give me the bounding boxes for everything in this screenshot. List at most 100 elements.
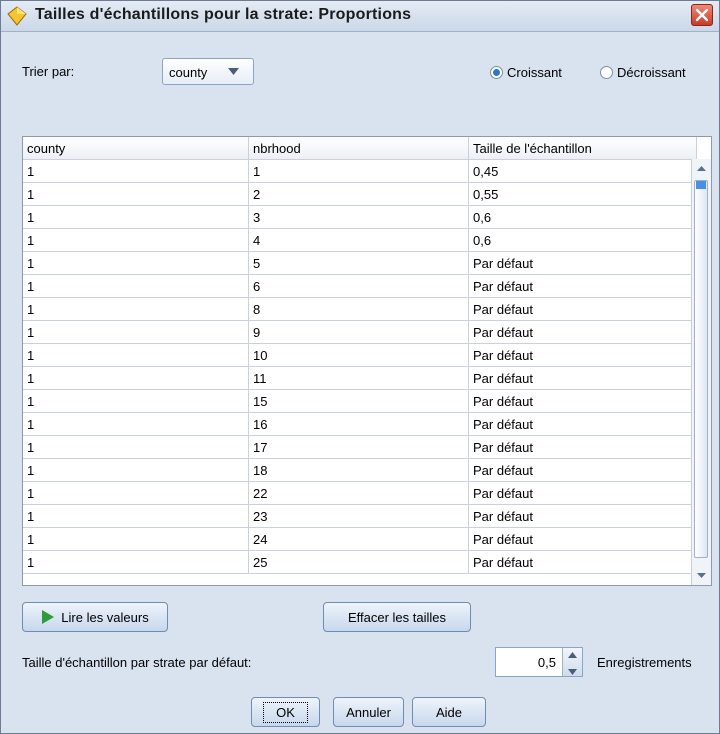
- cell-county[interactable]: 1: [23, 159, 249, 183]
- cell-nbrhood[interactable]: 25: [248, 550, 469, 574]
- ascending-label: Croissant: [507, 65, 562, 80]
- cell-county[interactable]: 1: [23, 550, 249, 574]
- cell-nbrhood[interactable]: 4: [248, 228, 469, 252]
- cell-county[interactable]: 1: [23, 297, 249, 321]
- column-header-sample-size[interactable]: Taille de l'échantillon: [468, 137, 697, 160]
- cell-county[interactable]: 1: [23, 504, 249, 528]
- table-body: 1 1 0,45 1 2 0,55 1 3 0,6 1 4 0,6 1 5 Par défaut 1 6 Par …: [23, 159, 697, 574]
- cell-sample-size[interactable]: Par défaut: [468, 343, 697, 367]
- clear-sizes-button[interactable]: Effacer les tailles: [323, 602, 471, 632]
- cell-nbrhood[interactable]: 18: [248, 458, 469, 482]
- spinner-up-icon[interactable]: [563, 648, 582, 662]
- ascending-radio-dot[interactable]: [490, 66, 503, 79]
- cell-sample-size[interactable]: Par défaut: [468, 320, 697, 344]
- read-values-button[interactable]: Lire les valeurs: [22, 602, 168, 632]
- sort-by-dropdown[interactable]: county: [162, 58, 254, 85]
- cell-nbrhood[interactable]: 17: [248, 435, 469, 459]
- table-row[interactable]: 1 3 0,6: [23, 205, 697, 229]
- cell-nbrhood[interactable]: 16: [248, 412, 469, 436]
- cell-county[interactable]: 1: [23, 343, 249, 367]
- cell-county[interactable]: 1: [23, 320, 249, 344]
- cell-county[interactable]: 1: [23, 481, 249, 505]
- cell-nbrhood[interactable]: 22: [248, 481, 469, 505]
- cell-nbrhood[interactable]: 11: [248, 366, 469, 390]
- close-button[interactable]: [691, 4, 713, 26]
- default-size-spinner[interactable]: 0,5: [495, 647, 583, 677]
- cell-county[interactable]: 1: [23, 458, 249, 482]
- cell-county[interactable]: 1: [23, 274, 249, 298]
- cell-nbrhood[interactable]: 15: [248, 389, 469, 413]
- cell-nbrhood[interactable]: 24: [248, 527, 469, 551]
- cancel-button[interactable]: Annuler: [333, 697, 404, 727]
- cell-county[interactable]: 1: [23, 412, 249, 436]
- cell-sample-size[interactable]: 0,55: [468, 182, 697, 206]
- table-row[interactable]: 1 9 Par défaut: [23, 320, 697, 344]
- cell-county[interactable]: 1: [23, 205, 249, 229]
- cell-county[interactable]: 1: [23, 182, 249, 206]
- cell-nbrhood[interactable]: 2: [248, 182, 469, 206]
- table-row[interactable]: 1 25 Par défaut: [23, 550, 697, 574]
- cell-sample-size[interactable]: Par défaut: [468, 550, 697, 574]
- cell-nbrhood[interactable]: 6: [248, 274, 469, 298]
- ascending-radio[interactable]: Croissant: [490, 65, 562, 80]
- cell-sample-size[interactable]: Par défaut: [468, 274, 697, 298]
- cell-nbrhood[interactable]: 23: [248, 504, 469, 528]
- cell-nbrhood[interactable]: 5: [248, 251, 469, 275]
- cell-sample-size[interactable]: 0,6: [468, 228, 697, 252]
- table-row[interactable]: 1 2 0,55: [23, 182, 697, 206]
- cell-sample-size[interactable]: Par défaut: [468, 251, 697, 275]
- descending-label: Décroissant: [617, 65, 686, 80]
- cell-county[interactable]: 1: [23, 251, 249, 275]
- table-row[interactable]: 1 23 Par défaut: [23, 504, 697, 528]
- cell-county[interactable]: 1: [23, 389, 249, 413]
- cell-county[interactable]: 1: [23, 228, 249, 252]
- table-row[interactable]: 1 22 Par défaut: [23, 481, 697, 505]
- cell-nbrhood[interactable]: 10: [248, 343, 469, 367]
- cell-sample-size[interactable]: 0,6: [468, 205, 697, 229]
- spinner-down-icon[interactable]: [563, 665, 582, 679]
- table-row[interactable]: 1 24 Par défaut: [23, 527, 697, 551]
- table-row[interactable]: 1 6 Par défaut: [23, 274, 697, 298]
- table-row[interactable]: 1 4 0,6: [23, 228, 697, 252]
- cell-sample-size[interactable]: Par défaut: [468, 297, 697, 321]
- table-row[interactable]: 1 17 Par défaut: [23, 435, 697, 459]
- cell-sample-size[interactable]: Par défaut: [468, 366, 697, 390]
- sample-size-table: county nbrhood Taille de l'échantillon 1…: [22, 136, 712, 586]
- cell-sample-size[interactable]: 0,45: [468, 159, 697, 183]
- scroll-down-arrow-icon[interactable]: [693, 567, 710, 583]
- cell-sample-size[interactable]: Par défaut: [468, 389, 697, 413]
- ok-button[interactable]: OK: [251, 697, 320, 727]
- help-button[interactable]: Aide: [412, 697, 486, 727]
- cell-nbrhood[interactable]: 8: [248, 297, 469, 321]
- table-row[interactable]: 1 5 Par défaut: [23, 251, 697, 275]
- cell-nbrhood[interactable]: 1: [248, 159, 469, 183]
- cell-sample-size[interactable]: Par défaut: [468, 435, 697, 459]
- scroll-thumb[interactable]: [694, 180, 708, 558]
- table-row[interactable]: 1 10 Par défaut: [23, 343, 697, 367]
- cell-county[interactable]: 1: [23, 366, 249, 390]
- cell-sample-size[interactable]: Par défaut: [468, 481, 697, 505]
- vertical-scrollbar[interactable]: [691, 159, 711, 585]
- cell-nbrhood[interactable]: 3: [248, 205, 469, 229]
- cell-sample-size[interactable]: Par défaut: [468, 504, 697, 528]
- cell-nbrhood[interactable]: 9: [248, 320, 469, 344]
- column-header-nbrhood[interactable]: nbrhood: [248, 137, 469, 160]
- cell-sample-size[interactable]: Par défaut: [468, 412, 697, 436]
- table-row[interactable]: 1 11 Par défaut: [23, 366, 697, 390]
- cell-sample-size[interactable]: Par défaut: [468, 458, 697, 482]
- cell-sample-size[interactable]: Par défaut: [468, 527, 697, 551]
- cell-county[interactable]: 1: [23, 435, 249, 459]
- cell-county[interactable]: 1: [23, 527, 249, 551]
- column-header-county[interactable]: county: [23, 137, 249, 160]
- sort-by-label: Trier par:: [22, 64, 75, 79]
- descending-radio-dot[interactable]: [600, 66, 613, 79]
- spinner-buttons[interactable]: [562, 648, 582, 676]
- table-row[interactable]: 1 1 0,45: [23, 159, 697, 183]
- table-row[interactable]: 1 15 Par défaut: [23, 389, 697, 413]
- table-row[interactable]: 1 8 Par défaut: [23, 297, 697, 321]
- table-row[interactable]: 1 16 Par défaut: [23, 412, 697, 436]
- table-row[interactable]: 1 18 Par défaut: [23, 458, 697, 482]
- scroll-up-arrow-icon[interactable]: [693, 161, 710, 177]
- title-bar[interactable]: Tailles d'échantillons pour la strate: P…: [1, 1, 719, 32]
- descending-radio[interactable]: Décroissant: [600, 65, 686, 80]
